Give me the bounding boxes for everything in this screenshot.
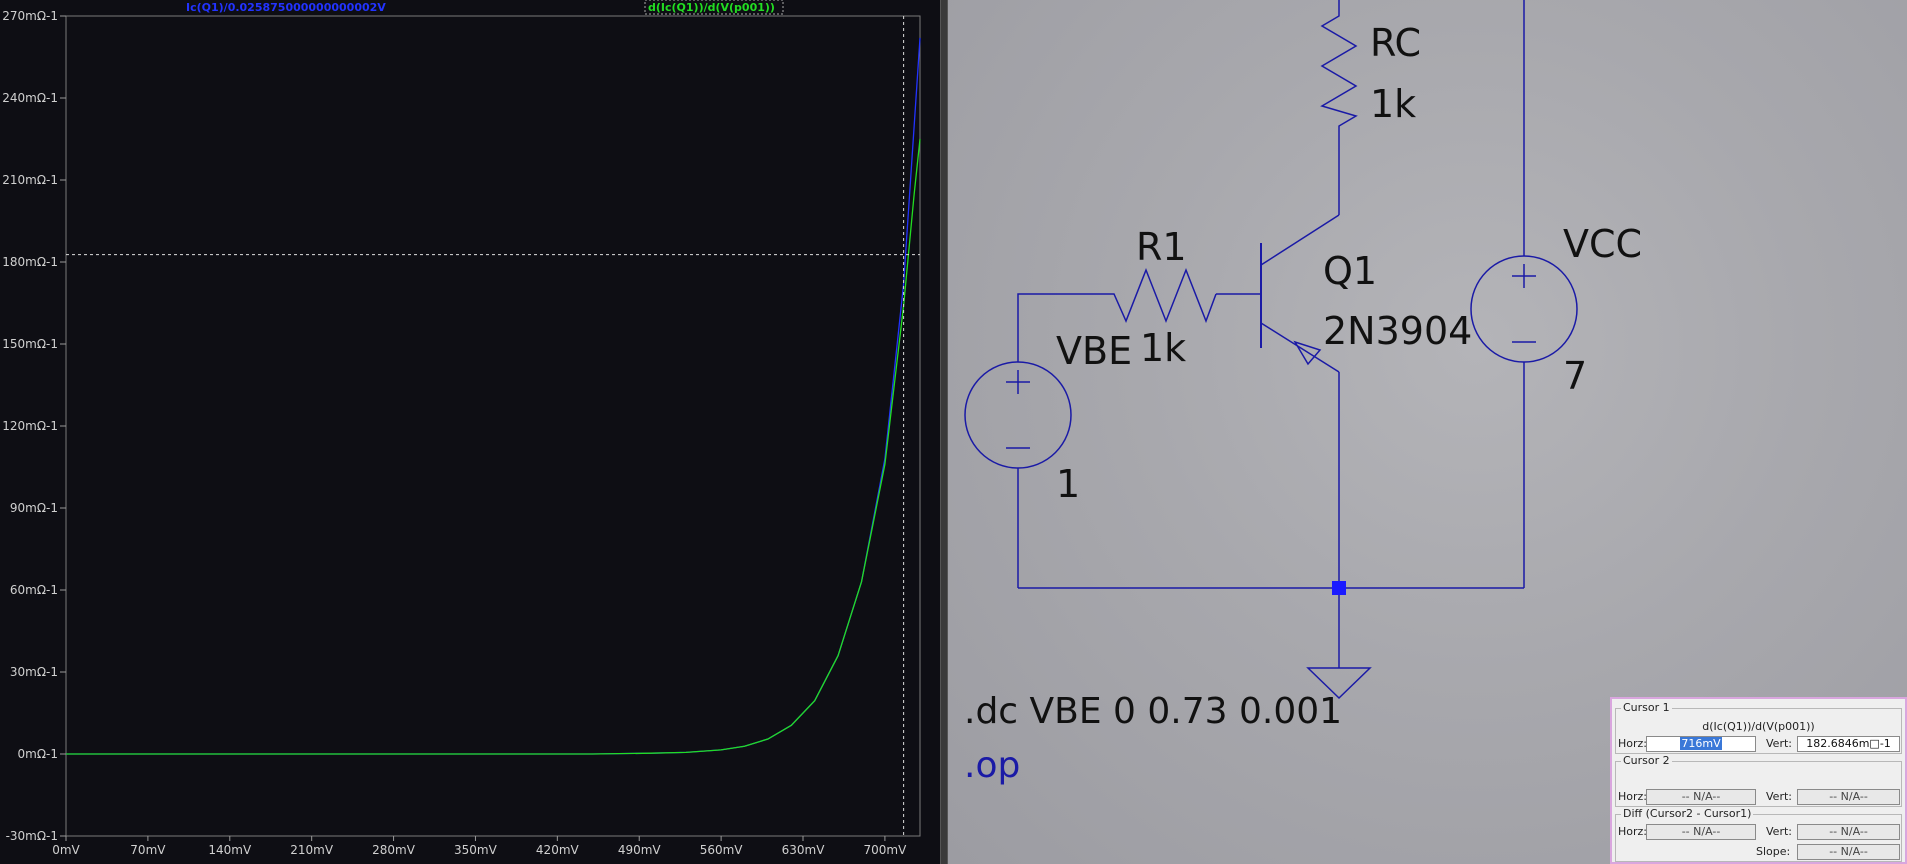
cursor1-horz-value[interactable]: 716mV: [1680, 737, 1722, 750]
y-tick-label: 210mΩ-1: [2, 173, 58, 187]
cursor2-group: Cursor 2 Horz: -- N/A-- Vert: -- N/A--: [1615, 754, 1902, 807]
x-tick-label: 490mV: [618, 843, 662, 857]
series-line-1[interactable]: [66, 37, 921, 755]
pane-splitter[interactable]: [940, 0, 948, 864]
q1-model-label[interactable]: 2N3904: [1323, 309, 1472, 353]
q1-name-label[interactable]: Q1: [1323, 249, 1377, 293]
slope-label: Slope:: [1756, 845, 1791, 858]
slope-field[interactable]: -- N/A--: [1797, 844, 1900, 860]
cursor1-horz-label: Horz:: [1618, 737, 1648, 750]
y-tick-label: 30mΩ-1: [10, 665, 58, 679]
resistor-rc-symbol[interactable]: [1320, 0, 1358, 215]
y-tick-label: 240mΩ-1: [2, 91, 58, 105]
waveform-plot[interactable]: Ic(Q1)/0.025875000000000002V d(Ic(Q1))/d(…: [0, 0, 940, 864]
trace-label-2[interactable]: d(Ic(Q1))/d(V(p001)): [648, 1, 775, 14]
cursor1-group: Cursor 1 d(Ic(Q1))/d(V(p001)) Horz: 716m…: [1615, 701, 1902, 754]
series-line-2[interactable]: [66, 138, 921, 755]
cursor-readout-dialog[interactable]: Cursor 1 d(Ic(Q1))/d(V(p001)) Horz: 716m…: [1610, 697, 1907, 864]
cursor1-title: Cursor 1: [1621, 701, 1672, 714]
cursor2-horz-field[interactable]: -- N/A--: [1646, 789, 1756, 805]
y-tick-label: 90mΩ-1: [10, 501, 58, 515]
r1-value-label[interactable]: 1k: [1140, 326, 1186, 370]
x-tick-label: 280mV: [372, 843, 416, 857]
diff-horz-field[interactable]: -- N/A--: [1646, 824, 1756, 840]
cursor2-vert-label: Vert:: [1766, 790, 1792, 803]
x-tick-label: 210mV: [290, 843, 334, 857]
op-directive[interactable]: .op: [964, 745, 1020, 786]
x-tick-label: 700mV: [863, 843, 907, 857]
x-tick-label: 0mV: [52, 843, 80, 857]
vbe-value-label[interactable]: 1: [1056, 462, 1080, 506]
y-tick-label: 120mΩ-1: [2, 419, 58, 433]
y-tick-label: 180mΩ-1: [2, 255, 58, 269]
cursor1-trace-name[interactable]: d(Ic(Q1))/d(V(p001)): [1616, 720, 1901, 733]
cursor1-horz-field[interactable]: 716mV: [1646, 736, 1756, 752]
diff-title: Diff (Cursor2 - Cursor1): [1621, 807, 1754, 820]
dc-sweep-directive[interactable]: .dc VBE 0 0.73 0.001: [964, 691, 1342, 732]
vbe-name-label[interactable]: VBE: [1056, 329, 1132, 373]
waveform-plot-pane[interactable]: Ic(Q1)/0.025875000000000002V d(Ic(Q1))/d(…: [0, 0, 940, 864]
x-tick-label: 350mV: [454, 843, 498, 857]
diff-group: Diff (Cursor2 - Cursor1) Horz: -- N/A-- …: [1615, 807, 1902, 862]
x-tick-label: 70mV: [130, 843, 166, 857]
diff-horz-label: Horz:: [1618, 825, 1648, 838]
cursor2-vert-field[interactable]: -- N/A--: [1797, 789, 1900, 805]
vcc-value-label[interactable]: 7: [1563, 354, 1587, 398]
vcc-name-label[interactable]: VCC: [1563, 222, 1642, 266]
y-tick-label: 150mΩ-1: [2, 337, 58, 351]
trace-label-1[interactable]: Ic(Q1)/0.025875000000000002V: [186, 1, 386, 14]
r1-name-label[interactable]: R1: [1136, 225, 1187, 269]
rc-value-label[interactable]: 1k: [1370, 82, 1416, 126]
cursor1-vert-field[interactable]: 182.6846m□-1: [1797, 736, 1900, 752]
x-tick-label: 560mV: [700, 843, 744, 857]
x-tick-label: 140mV: [208, 843, 252, 857]
x-tick-label: 420mV: [536, 843, 580, 857]
plot-area[interactable]: [65, 15, 921, 837]
y-tick-label: 60mΩ-1: [10, 583, 58, 597]
diff-vert-field[interactable]: -- N/A--: [1797, 824, 1900, 840]
junction-dot: [1332, 581, 1346, 595]
diff-vert-label: Vert:: [1766, 825, 1792, 838]
y-tick-label: 0mΩ-1: [18, 747, 58, 761]
y-tick-label: 270mΩ-1: [2, 9, 58, 23]
cursor2-title: Cursor 2: [1621, 754, 1672, 767]
y-tick-label: -30mΩ-1: [6, 829, 58, 843]
x-tick-label: 630mV: [782, 843, 826, 857]
rc-name-label[interactable]: RC: [1370, 21, 1421, 65]
cursor2-horz-label: Horz:: [1618, 790, 1648, 803]
cursor1-vert-label: Vert:: [1766, 737, 1792, 750]
